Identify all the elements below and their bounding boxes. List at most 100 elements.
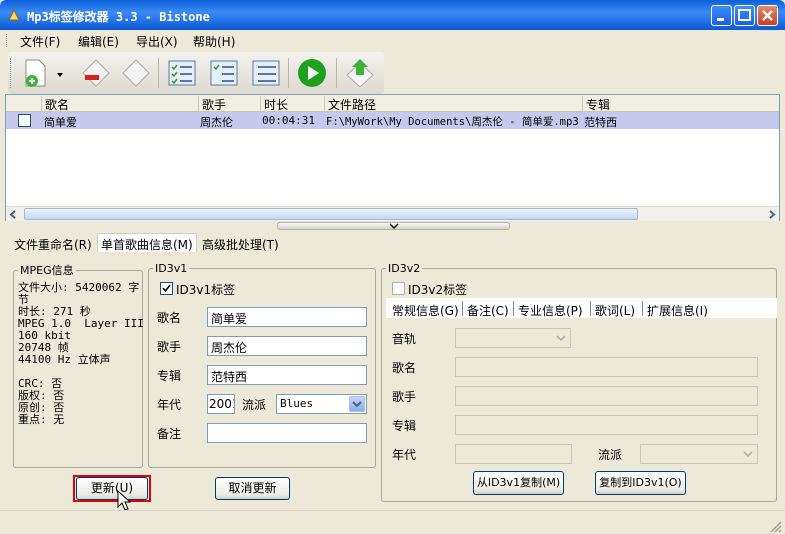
id3v1-genre-label: 流派 bbox=[242, 398, 267, 412]
id3v1-comment-label: 备注 bbox=[157, 427, 182, 441]
menu-export[interactable]: 导出(X) bbox=[136, 33, 178, 49]
invert-check-button[interactable] bbox=[208, 57, 240, 89]
chevron-right-icon bbox=[769, 210, 776, 219]
horizontal-scrollbar[interactable] bbox=[6, 206, 779, 221]
scroll-right-button[interactable] bbox=[764, 207, 779, 222]
id3v2-title-input[interactable] bbox=[455, 357, 758, 377]
id3v2-track-select[interactable] bbox=[455, 328, 571, 348]
id3v1-artist-input[interactable]: 周杰伦 bbox=[207, 336, 367, 356]
id3v2-year-input[interactable] bbox=[455, 444, 572, 464]
chevron-left-icon bbox=[9, 210, 16, 219]
export-button[interactable] bbox=[344, 57, 376, 89]
id3v1-title-input[interactable]: 简单爱 bbox=[207, 307, 367, 327]
id3v1-year-label: 年代 bbox=[157, 398, 182, 412]
remove-icon bbox=[82, 59, 110, 87]
toolbar-separator bbox=[288, 58, 289, 88]
tab-file-rename[interactable]: 文件重命名(R) bbox=[14, 236, 92, 252]
copy-to-id3v1-button[interactable]: 复制到ID3v1(O) bbox=[595, 471, 686, 495]
clear-button[interactable] bbox=[120, 57, 152, 89]
tab-comments[interactable]: 备注(C) bbox=[467, 302, 509, 319]
play-button[interactable] bbox=[296, 57, 328, 89]
minimize-button[interactable] bbox=[711, 5, 732, 26]
id3v2-album-input[interactable] bbox=[455, 415, 758, 435]
app-icon bbox=[8, 8, 20, 21]
chevron-down-icon bbox=[57, 73, 63, 77]
menu-edit[interactable]: 编辑(E) bbox=[78, 33, 119, 49]
play-icon bbox=[298, 59, 326, 87]
tab-divider bbox=[590, 301, 591, 316]
id3v1-title-label: 歌名 bbox=[157, 311, 182, 325]
window-title: Mp3标签修改器 3.3 - Bistone bbox=[27, 10, 210, 24]
tab-lyrics[interactable]: 歌词(L) bbox=[595, 302, 635, 319]
mpeg-info-legend: MPEG信息 bbox=[20, 264, 74, 277]
update-button[interactable]: 更新(U) bbox=[76, 477, 148, 500]
tab-extended-info[interactable]: 扩展信息(I) bbox=[647, 302, 708, 319]
add-file-button[interactable] bbox=[20, 57, 52, 89]
mpeg-info-text: 文件大小: 5420062 字 节 时长: 271 秒 MPEG 1.0 Lay… bbox=[18, 281, 144, 426]
id3v2-checkbox-label[interactable]: ID3v2标签 bbox=[408, 281, 467, 298]
title-bar[interactable]: Mp3标签修改器 3.3 - Bistone bbox=[0, 0, 785, 30]
id3v2-artist-input[interactable] bbox=[455, 386, 758, 406]
row-title: 简单爱 bbox=[44, 116, 77, 129]
column-header-title[interactable]: 歌名 bbox=[41, 96, 198, 112]
genre-dropdown-button[interactable] bbox=[349, 396, 365, 412]
id3v1-comment-input[interactable] bbox=[207, 423, 367, 443]
column-header-duration[interactable]: 时长 bbox=[260, 96, 324, 112]
uncheck-all-button[interactable] bbox=[250, 57, 282, 89]
close-icon bbox=[762, 10, 773, 21]
mouse-cursor-icon bbox=[117, 490, 132, 511]
copy-from-id3v1-button[interactable]: 从ID3v1复制(M) bbox=[473, 471, 564, 495]
export-icon bbox=[346, 59, 374, 88]
check-all-button[interactable] bbox=[166, 57, 198, 89]
tab-general-info[interactable]: 常规信息(G) bbox=[392, 302, 459, 319]
panel-splitter[interactable] bbox=[277, 222, 510, 230]
id3v1-artist-label: 歌手 bbox=[157, 340, 182, 354]
toolbar bbox=[8, 52, 384, 94]
id3v2-year-label: 年代 bbox=[392, 448, 417, 462]
id3v1-checkbox[interactable] bbox=[160, 282, 173, 295]
id3v1-album-input[interactable]: 范特西 bbox=[207, 365, 367, 385]
column-header-artist[interactable]: 歌手 bbox=[198, 96, 260, 112]
minimize-icon bbox=[717, 18, 724, 21]
row-checkbox[interactable] bbox=[18, 114, 31, 127]
tab-pro-info[interactable]: 专业信息(P) bbox=[518, 302, 583, 319]
file-list[interactable]: 歌名 歌手 时长 文件路径 专辑 简单爱 周杰伦 00:04:31 F:\MyW… bbox=[5, 94, 780, 221]
row-duration: 00:04:31 bbox=[262, 114, 315, 127]
tab-single-song-info[interactable]: 单首歌曲信息(M) bbox=[101, 236, 193, 252]
maximize-button[interactable] bbox=[734, 5, 755, 26]
add-file-icon bbox=[25, 59, 46, 87]
id3v2-genre-label: 流派 bbox=[598, 448, 623, 462]
tab-batch-processing[interactable]: 高级批处理(T) bbox=[202, 236, 279, 252]
id3v1-year-input[interactable]: 2001 bbox=[207, 394, 235, 414]
id3v1-legend: ID3v1 bbox=[155, 262, 188, 275]
id3v2-checkbox[interactable] bbox=[392, 282, 405, 295]
id3v2-genre-select[interactable] bbox=[640, 444, 758, 464]
menu-help[interactable]: 帮助(H) bbox=[193, 33, 235, 49]
id3v1-checkbox-label[interactable]: ID3v1标签 bbox=[176, 281, 235, 298]
column-header-path[interactable]: 文件路径 bbox=[324, 96, 582, 112]
remove-button[interactable] bbox=[80, 57, 112, 89]
column-header-album[interactable]: 专辑 bbox=[582, 96, 779, 112]
list-icon bbox=[252, 60, 280, 86]
status-bar bbox=[0, 510, 785, 534]
checklist-partial-icon bbox=[210, 60, 238, 86]
row-path: F:\MyWork\My Documents\周杰伦 - 简单爱.mp3 bbox=[326, 116, 579, 128]
cancel-update-button[interactable]: 取消更新 bbox=[215, 477, 290, 500]
scroll-thumb[interactable] bbox=[24, 208, 638, 220]
resize-grip-icon[interactable] bbox=[768, 519, 782, 533]
menu-file[interactable]: 文件(F) bbox=[20, 33, 60, 49]
toolbar-separator bbox=[158, 58, 159, 88]
toolbar-separator bbox=[336, 58, 337, 88]
table-row[interactable]: 简单爱 周杰伦 00:04:31 F:\MyWork\My Documents\… bbox=[6, 112, 779, 129]
row-album: 范特西 bbox=[584, 116, 617, 129]
tab-divider bbox=[642, 301, 643, 316]
tab-divider bbox=[462, 301, 463, 316]
menu-bar: 文件(F) 编辑(E) 导出(X) 帮助(H) bbox=[3, 30, 782, 50]
close-button[interactable] bbox=[757, 5, 778, 26]
id3v1-genre-value: Blues bbox=[280, 397, 314, 410]
add-dropdown-arrow[interactable] bbox=[56, 68, 64, 77]
list-header: 歌名 歌手 时长 文件路径 专辑 bbox=[6, 95, 779, 112]
menu-grip bbox=[6, 34, 8, 47]
maximize-icon bbox=[738, 9, 751, 21]
scroll-left-button[interactable] bbox=[6, 207, 21, 222]
